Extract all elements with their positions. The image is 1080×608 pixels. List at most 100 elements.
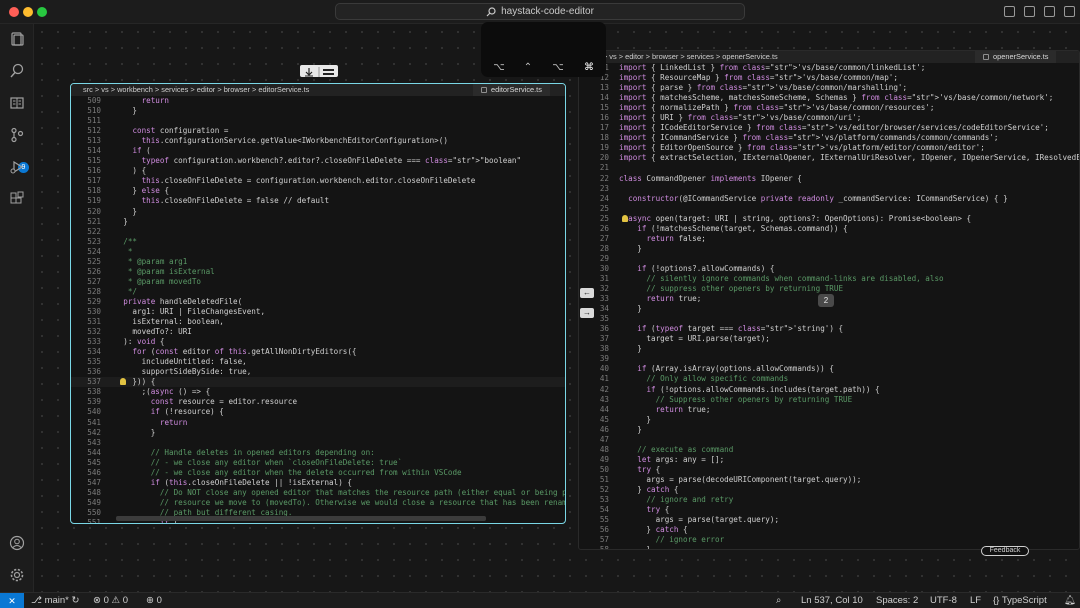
code-line[interactable]: 28 } [579, 244, 1079, 254]
alt-key-icon[interactable]: ⌥ [545, 60, 571, 74]
code-line[interactable]: 16 import { URI } from class="str">'vs/ba… [579, 113, 1079, 123]
cursor-position[interactable]: Ln 537, Col 10 [801, 595, 863, 606]
code-line[interactable]: 27 return false; [579, 234, 1079, 244]
maximize-window-button[interactable] [37, 7, 47, 17]
extensions-icon[interactable] [8, 190, 26, 208]
source-control-icon[interactable] [8, 126, 26, 144]
customize-layout-icon[interactable] [1064, 6, 1075, 17]
indentation[interactable]: Spaces: 2 [876, 595, 918, 606]
code-line[interactable]: 517 this.closeOnFileDelete = configurati… [71, 176, 565, 186]
close-window-button[interactable] [9, 7, 19, 17]
code-line[interactable]: 549 // resource we move to (movedTo). Ot… [71, 498, 565, 508]
explorer-icon[interactable] [8, 30, 26, 48]
search-icon[interactable] [8, 62, 26, 80]
encoding[interactable]: UTF-8 [930, 595, 957, 606]
code-line[interactable]: 56 } catch { [579, 525, 1079, 535]
left-editor-tab[interactable]: editorService.ts [473, 84, 550, 96]
code-line[interactable]: 520 } [71, 207, 565, 217]
toggle-sidebar-icon[interactable] [1004, 6, 1015, 17]
code-line[interactable]: 519 this.closeOnFileDelete = false // de… [71, 196, 565, 206]
code-line[interactable]: 514 if ( [71, 146, 565, 156]
command-key-icon[interactable]: ⌘ [576, 60, 602, 74]
code-line[interactable]: 47 [579, 435, 1079, 445]
code-line[interactable]: 543 [71, 438, 565, 448]
code-line[interactable]: 46 } [579, 425, 1079, 435]
left-editor-window[interactable]: src > vs > workbench > services > editor… [70, 83, 566, 524]
code-line[interactable]: 542 } [71, 428, 565, 438]
code-line[interactable]: 533 ): void { [71, 337, 565, 347]
code-line[interactable]: 545 // - we close any editor when `close… [71, 458, 565, 468]
code-line[interactable]: 57 // ignore error [579, 535, 1079, 545]
language-mode[interactable]: {} TypeScript [993, 595, 1047, 606]
feedback-button[interactable]: Feedback [981, 546, 1029, 556]
right-editor-tab[interactable]: openerService.ts [975, 51, 1057, 63]
reader-view-icon[interactable] [8, 94, 26, 112]
code-line[interactable]: 36 if (typeof target === class="str">'st… [579, 324, 1079, 334]
remote-icon[interactable]: ✕ [0, 593, 24, 608]
code-line[interactable]: 50 try { [579, 465, 1079, 475]
code-line[interactable]: 18 import { ICommandService } from class=… [579, 133, 1079, 143]
branch-status[interactable]: ⎇ main* ↻ [31, 595, 80, 606]
code-line[interactable]: 35 [579, 314, 1079, 324]
code-line[interactable]: 522 [71, 227, 565, 237]
code-line[interactable]: 39 [579, 354, 1079, 364]
editor-mini-toolbar[interactable] [300, 65, 338, 77]
code-line[interactable]: 515 typeof configuration.workbench?.edit… [71, 156, 565, 166]
minimize-window-button[interactable] [23, 7, 33, 17]
code-line[interactable]: 25 [579, 204, 1079, 214]
code-line[interactable]: 535 includeUntitled: false, [71, 357, 565, 367]
code-line[interactable]: 546 // - we close any editor when the de… [71, 468, 565, 478]
lightbulb-icon[interactable] [622, 214, 628, 222]
account-icon[interactable] [8, 534, 26, 552]
option-key-icon[interactable]: ⌥ [486, 60, 512, 74]
code-line[interactable]: 540 if (!resource) { [71, 407, 565, 417]
code-line[interactable]: 51 args = parse(decodeURIComponent(targe… [579, 475, 1079, 485]
left-horizontal-scrollbar[interactable] [116, 516, 486, 521]
code-line[interactable]: 536 supportSideBySide: true, [71, 367, 565, 377]
code-line[interactable]: 529 private handleDeletedFile( [71, 297, 565, 307]
code-line[interactable]: 22 class CommandOpener implements IOpener… [579, 174, 1079, 184]
code-line[interactable]: 41 // Only allow specific commands [579, 374, 1079, 384]
code-line[interactable]: 25 async open(target: URI | string, opti… [579, 214, 1079, 224]
code-line[interactable]: 13 import { parse } from class="str">'vs/… [579, 83, 1079, 93]
code-line[interactable]: 528 */ [71, 287, 565, 297]
code-line[interactable]: 511 [71, 116, 565, 126]
code-line[interactable]: 544 // Handle deletes in opened editors … [71, 448, 565, 458]
code-line[interactable]: 541 return [71, 418, 565, 428]
code-line[interactable]: 539 const resource = editor.resource [71, 397, 565, 407]
code-line[interactable]: 40 if (Array.isArray(options.allowComman… [579, 364, 1079, 374]
code-line[interactable]: 19 import { EditorOpenSource } from class… [579, 143, 1079, 153]
code-line[interactable]: 32 // suppress other openers by returnin… [579, 284, 1079, 294]
code-line[interactable]: 530 arg1: URI | FileChangesEvent, [71, 307, 565, 317]
zoom-icon[interactable]: ⌕ [776, 595, 781, 606]
code-line[interactable]: 532 movedTo?: URI [71, 327, 565, 337]
code-line[interactable]: 526 * @param isExternal [71, 267, 565, 277]
notifications-bell-icon[interactable]: 🔔︎ [1064, 595, 1076, 606]
run-debug-icon[interactable] [8, 158, 26, 176]
code-line[interactable]: 538 ;(async () => { [71, 387, 565, 397]
code-line[interactable]: 15 import { normalizePath } from class="s… [579, 103, 1079, 113]
ports-status[interactable]: ⊕ 0 [146, 595, 162, 606]
code-line[interactable]: 24 constructor(@ICommandService private … [579, 194, 1079, 204]
code-line[interactable]: 510 } [71, 106, 565, 116]
code-line[interactable]: 11import { LinkedList } from class="str"… [579, 63, 1079, 73]
toggle-secondary-sidebar-icon[interactable] [1044, 6, 1055, 17]
code-line[interactable]: 531 isExternal: boolean, [71, 317, 565, 327]
code-line[interactable]: 527 * @param movedTo [71, 277, 565, 287]
code-line[interactable]: 17 import { ICodeEditorService } from cla… [579, 123, 1079, 133]
code-line[interactable]: 43 // Suppress other openers by returnin… [579, 395, 1079, 405]
code-line[interactable]: 524 * [71, 247, 565, 257]
code-line[interactable]: 26 if (!matchesScheme(target, Schemas.co… [579, 224, 1079, 234]
code-line[interactable]: 29 [579, 254, 1079, 264]
gear-icon[interactable] [8, 566, 26, 584]
code-line[interactable]: 547 if (this.closeOnFileDelete || !isExt… [71, 478, 565, 488]
code-line[interactable]: 548 // Do NOT close any opened editor th… [71, 488, 565, 498]
toggle-panel-icon[interactable] [1024, 6, 1035, 17]
code-line[interactable]: 48 // execute as command [579, 445, 1079, 455]
command-center-search[interactable]: haystack-code-editor [335, 3, 745, 20]
code-line[interactable]: 53 // ignore and retry [579, 495, 1079, 505]
code-line[interactable]: 52 } catch { [579, 485, 1079, 495]
code-line[interactable]: 513 this.configurationService.getValue<I… [71, 136, 565, 146]
code-line[interactable]: 49 let args: any = []; [579, 455, 1079, 465]
control-key-icon[interactable]: ⌃ [515, 60, 541, 74]
